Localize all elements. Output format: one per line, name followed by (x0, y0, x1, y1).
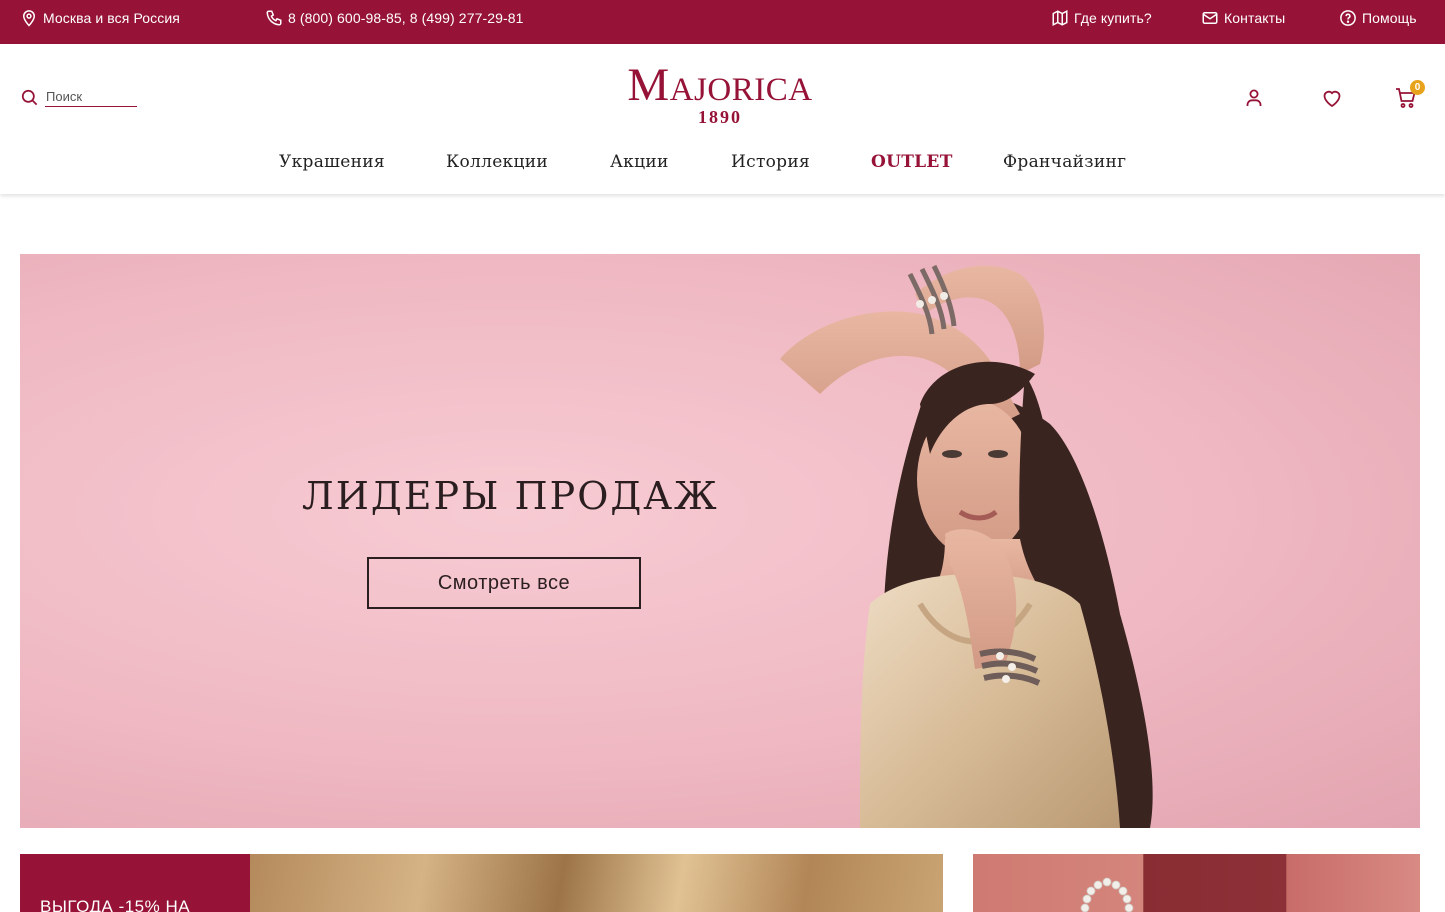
search-input[interactable] (45, 88, 137, 107)
main-nav: Украшения Коллекции Акции История OUTLET… (0, 152, 1445, 174)
hero-title: ЛИДЕРЫ ПРОДАЖ (302, 474, 719, 518)
user-icon (1246, 89, 1262, 106)
site-header: Majorica 1890 0 Украшения Коллекции Акци… (0, 44, 1445, 194)
where-to-buy-link[interactable]: Где купить? (1051, 0, 1152, 36)
help-icon (1340, 10, 1356, 26)
promo-text: ВЫГОДА -15% НА (40, 897, 191, 912)
promo-card-left[interactable]: ВЫГОДА -15% НА (20, 854, 943, 912)
nav-item-jewelry[interactable]: Украшения (279, 152, 385, 172)
phone-numbers[interactable]: 8 (800) 600-98-85, 8 (499) 277-29-81 (265, 0, 524, 36)
map-icon (1052, 10, 1068, 26)
location-pin-icon (22, 10, 36, 27)
hero-banner[interactable]: ЛИДЕРЫ ПРОДАЖ Смотреть все (20, 254, 1420, 828)
heart-icon (1323, 90, 1341, 108)
search-icon[interactable] (20, 88, 39, 107)
cart-button[interactable]: 0 (1394, 80, 1425, 110)
cart-count-badge: 0 (1410, 80, 1425, 95)
search-box (20, 88, 137, 107)
nav-item-history[interactable]: История (731, 152, 810, 172)
where-to-buy-label: Где купить? (1074, 10, 1152, 26)
wishlist-button[interactable] (1320, 86, 1344, 110)
top-bar: Москва и вся Россия 8 (800) 600-98-85, 8… (0, 0, 1445, 44)
help-label: Помощь (1362, 10, 1417, 26)
mail-icon (1202, 12, 1218, 24)
nav-item-outlet[interactable]: OUTLET (871, 152, 953, 172)
account-button[interactable] (1242, 86, 1266, 110)
contacts-link[interactable]: Контакты (1201, 0, 1285, 36)
help-link[interactable]: Помощь (1339, 0, 1417, 36)
hero-model-image (780, 264, 1153, 828)
region-label: Москва и вся Россия (43, 10, 180, 26)
necklace-image (1080, 877, 1134, 912)
promo-image (250, 854, 943, 912)
nav-item-collections[interactable]: Коллекции (446, 152, 548, 172)
nav-item-franchising[interactable]: Франчайзинг (1003, 152, 1126, 172)
nav-item-promotions[interactable]: Акции (610, 152, 669, 172)
site-logo[interactable]: Majorica 1890 (600, 60, 840, 126)
promo-card-right[interactable] (973, 854, 1420, 912)
phone-icon (266, 10, 282, 26)
contacts-label: Контакты (1224, 10, 1286, 26)
phones-label: 8 (800) 600-98-85, 8 (499) 277-29-81 (288, 10, 524, 26)
logo-brand: Majorica (627, 59, 813, 111)
promo-panel: ВЫГОДА -15% НА (20, 854, 250, 912)
view-all-button[interactable]: Смотреть все (367, 557, 641, 609)
region-selector[interactable]: Москва и вся Россия (20, 0, 180, 36)
